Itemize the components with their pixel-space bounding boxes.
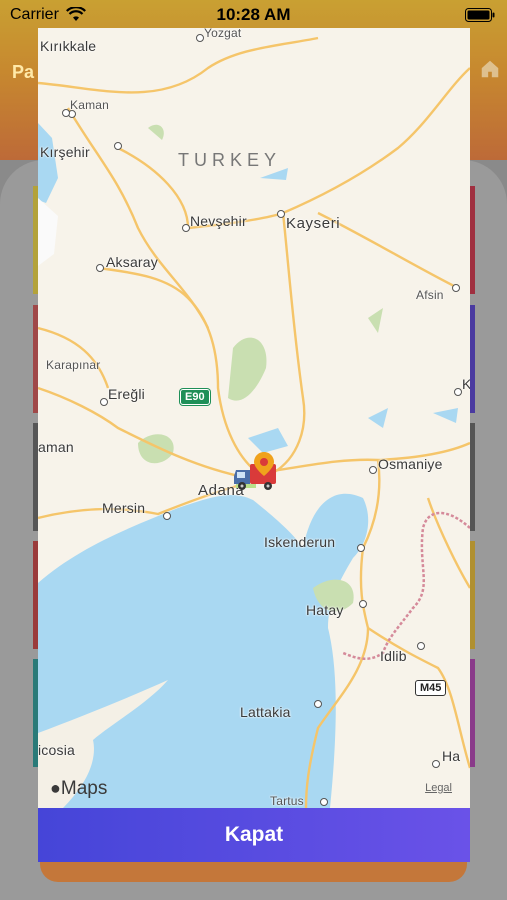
city-dot <box>314 700 322 708</box>
place-label: Afsin <box>416 288 444 302</box>
map-modal: TURKEY Kırıkkale Yozgat Kaman Kırşehir N… <box>38 28 470 862</box>
place-label: Idlib <box>380 648 407 664</box>
place-label: Lattakia <box>240 704 291 720</box>
place-label: Ereğli <box>108 386 145 402</box>
map-canvas <box>38 28 470 808</box>
place-label: Kaman <box>70 98 110 112</box>
city-dot <box>320 798 328 806</box>
place-label: Kırşehir <box>40 144 90 160</box>
place-label: Mersin <box>102 500 146 516</box>
city-dot <box>96 264 104 272</box>
city-dot <box>114 142 122 150</box>
place-label: K <box>462 376 470 392</box>
apple-logo-icon: ● <box>50 778 61 798</box>
city-dot <box>452 284 460 292</box>
city-dot <box>369 466 377 474</box>
map-view[interactable]: TURKEY Kırıkkale Yozgat Kaman Kırşehir N… <box>38 28 470 808</box>
place-label: Ha <box>442 748 461 764</box>
city-dot <box>62 109 70 117</box>
place-label: Iskenderun <box>264 534 336 550</box>
status-time: 10:28 AM <box>216 5 291 24</box>
city-dot <box>100 398 108 406</box>
road-shield-m45: M45 <box>415 680 447 696</box>
city-dot <box>357 544 365 552</box>
place-label: Tartus <box>270 794 304 808</box>
battery-icon <box>465 8 495 22</box>
place-label: Kırıkkale <box>40 38 97 54</box>
road-shield-e90: E90 <box>180 389 210 405</box>
place-label: Aksaray <box>106 254 158 270</box>
city-dot <box>417 642 425 650</box>
legal-link[interactable]: Legal <box>425 782 452 794</box>
place-label: Osmaniye <box>378 456 443 472</box>
city-dot <box>163 512 171 520</box>
city-dot <box>432 760 440 768</box>
place-label: aman <box>38 439 74 455</box>
truck-location-pin-icon[interactable] <box>234 452 282 496</box>
place-label: Karapınar <box>46 358 101 372</box>
city-dot <box>454 388 462 396</box>
status-bar: Carrier 10:28 AM <box>0 0 507 30</box>
city-dot <box>277 210 285 218</box>
background-title-fragment: Pa <box>12 62 35 82</box>
maps-attribution[interactable]: ●Maps <box>50 778 107 800</box>
city-dot <box>359 600 367 608</box>
place-label: Hatay <box>306 602 344 618</box>
home-icon <box>481 60 499 78</box>
place-label: icosia <box>38 742 75 758</box>
place-label: Kayseri <box>286 215 341 232</box>
country-label: TURKEY <box>178 150 282 170</box>
place-label: Nevşehir <box>190 213 247 229</box>
city-dot <box>196 34 204 42</box>
city-dot <box>182 224 190 232</box>
close-button[interactable]: Kapat <box>38 808 470 862</box>
